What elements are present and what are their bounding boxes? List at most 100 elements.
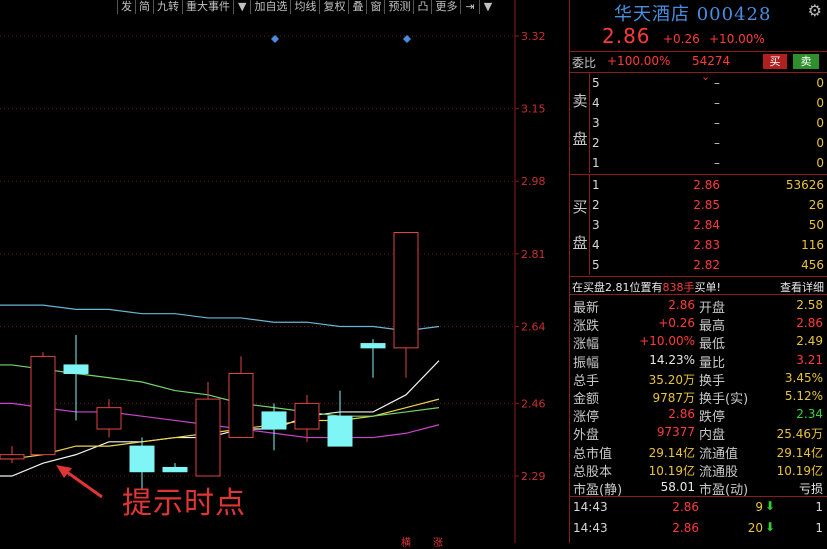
buy-button[interactable]: 买	[763, 54, 787, 69]
toolbar-events-dropdown[interactable]: ▼	[233, 0, 250, 14]
stat-value: 10.19亿	[648, 463, 695, 478]
sell-order-row[interactable]: 5 – 0	[592, 74, 824, 92]
divider	[570, 496, 827, 497]
tick-row: 14:43 2.86 9 ⬇ 1	[573, 498, 825, 516]
order-volume: 50	[808, 218, 824, 232]
sell-button[interactable]: 卖	[793, 54, 819, 69]
toolbar-jian[interactable]: 简	[135, 0, 153, 14]
stat-label: 换手	[699, 373, 726, 389]
toolbar-fa[interactable]: 发	[117, 0, 135, 14]
stat-value: 29.14亿	[776, 445, 823, 460]
stat-label: 跌停	[699, 410, 726, 426]
toolbar-overlay[interactable]: 叠	[348, 0, 366, 14]
toolbar-moving-average[interactable]: 均线	[290, 0, 319, 14]
stat-row: 外盘 97377 内盘 25.46万	[573, 423, 825, 444]
order-volume: 26	[808, 198, 824, 212]
order-volume: 0	[816, 96, 824, 110]
tick-row: 14:43 2.86 20 ⬇ 1	[573, 519, 825, 537]
stat-row: 市盈(静) 58.01 市盈(动) 亏损	[573, 478, 825, 498]
stat-label: 最高	[699, 319, 726, 335]
stat-label: 最新	[573, 301, 600, 316]
sell-side-label-2: 盘	[572, 130, 588, 148]
candle-body-down	[63, 364, 89, 374]
order-level: 3	[592, 218, 600, 232]
buy-side-label-2: 盘	[572, 234, 588, 252]
order-level: 2	[592, 136, 600, 150]
toolbar-expand-icon[interactable]: ⇥	[460, 0, 478, 14]
price-row: 2.86 +0.26 +10.00%	[570, 24, 827, 50]
stock-title-row: 华天酒店 000428 ⚙	[570, 0, 827, 25]
toolbar-add-watchlist[interactable]: 加自选	[250, 0, 290, 14]
stat-value: 35.20万	[648, 372, 695, 387]
candle-body-up	[195, 398, 221, 477]
order-price: 2.83	[693, 238, 720, 252]
sell-order-row[interactable]: 1 – 0	[592, 154, 824, 172]
order-volume: 116	[801, 238, 824, 252]
stat-label: 最低	[699, 337, 726, 353]
order-price: 2.86	[693, 178, 720, 192]
toolbar-more-dropdown[interactable]: ▼	[478, 0, 496, 14]
view-details-link[interactable]: 查看详细	[780, 279, 824, 295]
stat-value: 2.58	[796, 298, 823, 312]
order-level: 1	[592, 156, 600, 170]
stat-value: 14.23%	[649, 352, 695, 367]
order-price: –	[714, 156, 720, 170]
stat-row: 涨停 2.86 跌停 2.34	[573, 405, 825, 426]
toolbar-adjust[interactable]: 复权	[319, 0, 348, 14]
sell-order-row[interactable]: 4 – 0	[592, 94, 824, 112]
tick-count: 1	[815, 521, 823, 535]
candle-body-down	[129, 445, 155, 473]
stat-value: 2.86	[668, 407, 695, 422]
bottom-label-zhang: 涨	[433, 538, 443, 549]
toolbar-convex[interactable]: 凸	[413, 0, 431, 14]
divider	[589, 175, 590, 275]
price-change-pct: +10.00%	[709, 32, 765, 46]
order-level: 2	[592, 198, 600, 212]
annotation-arrowhead-icon	[56, 465, 72, 478]
stat-label: 振幅	[573, 355, 600, 371]
sell-side-label-1: 卖	[572, 92, 588, 110]
stat-row: 金额 9787万 换手(实) 5.12%	[573, 387, 825, 407]
sell-order-row[interactable]: 3 – 0	[592, 114, 824, 132]
toolbar-jiuzhuan[interactable]: 九转	[153, 0, 182, 14]
hint-annotation: 提示时点	[122, 486, 246, 521]
buy-order-row[interactable]: 3 2.84 50	[592, 216, 824, 234]
y-tick-label: 2.64	[521, 320, 546, 333]
kline-svg[interactable]: 3.32 3.15 2.98 2.81 2.64 2.46 2.29	[0, 0, 568, 543]
buy-order-row[interactable]: 1 2.86 53626	[592, 176, 824, 194]
candle-body-up	[30, 355, 56, 456]
tick-count: 1	[815, 500, 823, 514]
stat-label: 外盘	[573, 428, 600, 444]
stat-label: 流通值	[699, 446, 739, 462]
notice-tail: 买单!	[694, 281, 721, 294]
order-volume: 0	[816, 136, 824, 150]
candle-body-up	[294, 402, 320, 430]
stat-value: +0.26	[658, 316, 695, 331]
order-price: –	[714, 76, 720, 90]
y-tick-label: 2.29	[521, 470, 546, 483]
candle-body-down	[360, 343, 386, 349]
y-tick-label: 2.46	[521, 397, 546, 410]
y-tick-label: 2.81	[521, 248, 546, 261]
buy-order-row[interactable]: 4 2.83 116	[592, 236, 824, 254]
order-price: –	[714, 96, 720, 110]
stat-value: 58.01	[660, 480, 695, 494]
sell-order-row[interactable]: 2 – 0	[592, 134, 824, 152]
toolbar-more[interactable]: 更多	[431, 0, 460, 14]
buy-order-row[interactable]: 2 2.85 26	[592, 196, 824, 214]
tick-volume: 9	[755, 500, 763, 514]
stat-label: 总手	[573, 373, 600, 389]
order-volume: 456	[801, 258, 824, 272]
gear-icon[interactable]: ⚙	[808, 1, 822, 20]
order-price: –	[714, 116, 720, 130]
stat-label: 涨跌	[573, 319, 600, 335]
candle-body-down	[162, 466, 188, 473]
toolbar-forecast[interactable]: 预测	[384, 0, 413, 14]
order-level: 3	[592, 116, 600, 130]
order-level: 5	[592, 258, 600, 272]
toolbar-window[interactable]: 窗	[366, 0, 384, 14]
toolbar-major-events[interactable]: 重大事件	[182, 0, 233, 14]
stat-value: 2.86	[668, 298, 695, 312]
kline-chart[interactable]: 3.32 3.15 2.98 2.81 2.64 2.46 2.29 发 简 九转 重大事件…	[0, 0, 568, 549]
buy-order-row[interactable]: 5 2.82 456	[592, 256, 824, 274]
